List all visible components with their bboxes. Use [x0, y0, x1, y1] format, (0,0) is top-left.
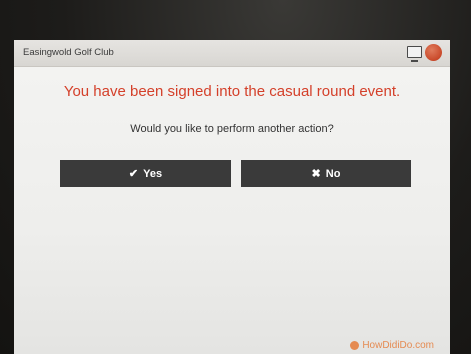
watermark: HowDidiDo.com: [350, 340, 434, 351]
watermark-text: HowDidiDo.com: [362, 340, 434, 351]
title-bar: Easingwold Golf Club: [14, 40, 450, 67]
club-name: Easingwold Golf Club: [23, 47, 114, 58]
yes-button-label: Yes: [143, 167, 163, 180]
footer: HowDidiDo.com: [14, 340, 450, 354]
status-indicator-icon: [425, 44, 442, 61]
close-icon: ✖: [311, 168, 321, 180]
prompt-question: Would you like to perform another action…: [130, 123, 334, 135]
no-button[interactable]: ✖ No: [241, 160, 411, 187]
no-button-label: No: [325, 167, 341, 180]
watermark-logo-icon: [350, 341, 360, 350]
kiosk-screen: Easingwold Golf Club You have been signe…: [14, 40, 450, 354]
confirmation-message: You have been signed into the casual rou…: [63, 83, 401, 100]
checkmark-icon: ✔: [128, 168, 139, 180]
monitor-icon[interactable]: [407, 46, 422, 62]
yes-button[interactable]: ✔ Yes: [60, 160, 231, 187]
